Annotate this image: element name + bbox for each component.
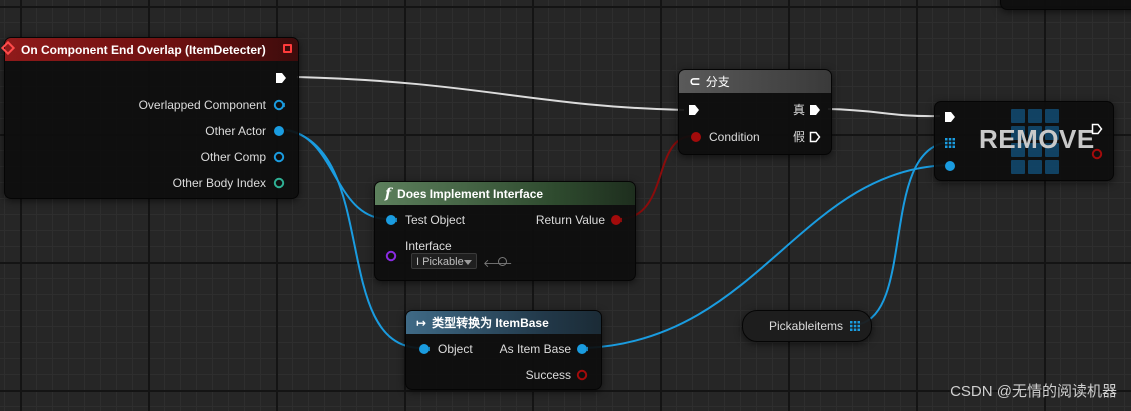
branch-false-label: 假 <box>792 130 805 144</box>
interface-label: Interface <box>405 239 452 253</box>
interface-class-value: I Pickable <box>416 256 464 268</box>
cast-node-header[interactable]: ↦ 类型转换为 ItemBase <box>406 311 601 334</box>
event-node-title: On Component End Overlap (ItemDetecter) <box>21 42 266 57</box>
interface-class-dropdown[interactable]: I Pickable <box>411 253 477 269</box>
interface-tools: 🡐 <box>483 256 513 270</box>
branch-true-label: 真 <box>792 103 805 117</box>
pin-label-other-actor: Other Actor <box>205 124 266 138</box>
other-comp-pin[interactable] <box>273 151 285 163</box>
return-value-pin[interactable] <box>610 214 622 226</box>
remove-exec-in-pin[interactable] <box>944 111 956 123</box>
success-pin[interactable] <box>576 369 588 381</box>
variable-label: Pickableitems <box>769 319 844 333</box>
pin-label-overlapped-component: Overlapped Component <box>138 98 266 112</box>
remove-target-array-pin[interactable] <box>944 137 956 149</box>
as-item-base-pin[interactable] <box>576 343 588 355</box>
pin-label-other-comp: Other Comp <box>200 150 266 164</box>
event-node-end-overlap[interactable]: On Component End Overlap (ItemDetecter) … <box>0 37 299 199</box>
delegate-pin-icon[interactable] <box>283 44 292 53</box>
other-body-index-pin[interactable] <box>273 177 285 189</box>
cast-to-itembase-node[interactable]: ↦ 类型转换为 ItemBase Object As Item Base Suc… <box>405 310 602 390</box>
remove-node-title: REMOVE <box>979 124 1095 154</box>
variable-array-pin[interactable] <box>849 320 861 332</box>
pin-label-other-body-index: Other Body Index <box>172 176 266 190</box>
remove-item-pin[interactable] <box>944 160 956 172</box>
overlapped-component-pin[interactable] <box>273 99 285 111</box>
branch-node[interactable]: ⊂ 分支 真 Condition 假 <box>678 69 832 155</box>
interface-node-title: Does Implement Interface <box>397 186 544 201</box>
condition-pin[interactable] <box>690 131 702 143</box>
test-object-pin[interactable] <box>385 214 397 226</box>
search-icon[interactable] <box>498 257 507 266</box>
offscreen-node[interactable] <box>1000 0 1131 10</box>
remove-return-bool-pin[interactable] <box>1091 148 1103 160</box>
interface-node-header[interactable]: f Does Implement Interface <box>375 182 635 205</box>
branch-true-pin[interactable] <box>809 104 821 116</box>
success-label: Success <box>525 368 571 382</box>
branch-exec-in-pin[interactable] <box>688 104 700 116</box>
return-value-label: Return Value <box>535 213 605 227</box>
event-node-header[interactable]: On Component End Overlap (ItemDetecter) <box>0 38 298 61</box>
chevron-down-icon <box>464 260 472 265</box>
condition-label: Condition <box>709 130 760 144</box>
branch-node-title: 分支 <box>705 75 730 89</box>
function-icon: f <box>385 185 392 202</box>
exec-out-pin[interactable] <box>275 72 287 84</box>
branch-icon: ⊂ <box>689 73 701 89</box>
event-diamond-icon <box>0 40 16 56</box>
cast-object-label: Object <box>438 342 473 356</box>
branch-node-header[interactable]: ⊂ 分支 <box>679 70 831 93</box>
watermark: CSDN @无情的阅读机器 <box>950 383 1117 400</box>
does-implement-interface-node[interactable]: f Does Implement Interface Test Object R… <box>374 181 636 281</box>
interface-pin[interactable] <box>385 250 397 262</box>
pickableitems-variable-node[interactable]: Pickableitems <box>742 310 872 342</box>
array-remove-node[interactable]: REMOVE <box>934 101 1114 181</box>
branch-false-pin[interactable] <box>809 131 821 143</box>
cast-node-title: 类型转换为 ItemBase <box>432 316 549 330</box>
test-object-label: Test Object <box>405 213 466 227</box>
remove-exec-out-pin[interactable] <box>1091 123 1103 135</box>
as-item-base-label: As Item Base <box>499 342 571 356</box>
cast-arrow-icon: ↦ <box>416 315 427 330</box>
other-actor-pin[interactable] <box>273 125 285 137</box>
cast-object-pin[interactable] <box>418 343 430 355</box>
